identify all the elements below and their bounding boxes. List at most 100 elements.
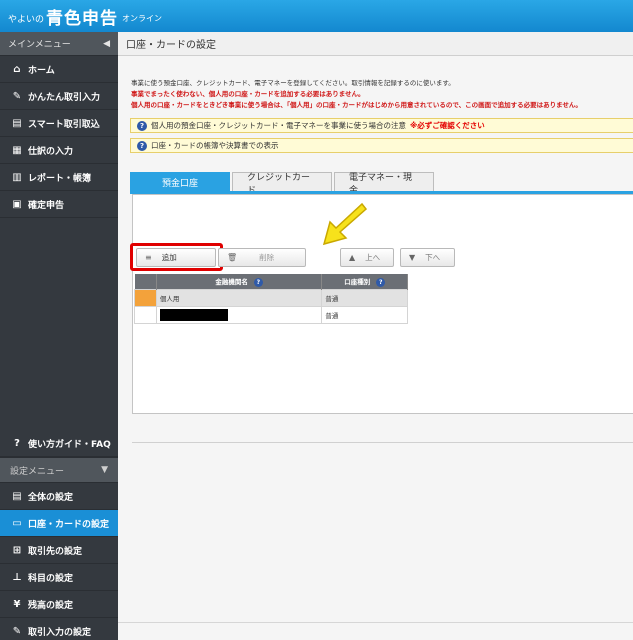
app-root: やよいの 青色申告 オンライン メインメニュー ◀ ⌂ ホーム ✎ かんたん取引… (0, 0, 633, 640)
sidebar-item-report[interactable]: ▥ レポート・帳簿 (0, 164, 118, 191)
sidebar-item-label: 使い方ガイド・FAQ (28, 439, 111, 450)
main-menu-label: メインメニュー (8, 40, 71, 50)
document-icon: ▣ (12, 198, 22, 210)
chevron-down-icon[interactable]: ▼ (101, 465, 108, 475)
notice-display[interactable]: ? 口座・カードの帳簿や決算書での表示 (130, 138, 633, 153)
sidebar-item-balance-settings[interactable]: ¥ 残高の設定 (0, 591, 118, 618)
collapse-left-icon[interactable]: ◀ (103, 39, 110, 49)
move-up-label: 上へ (365, 253, 381, 262)
description: 事業に使う預金口座、クレジットカード、電子マネーを登録してください。取引情報を記… (131, 78, 582, 111)
sidebar-item-smart-import[interactable]: ▤ スマート取引取込 (0, 110, 118, 137)
notice-personal-use[interactable]: ? 個人用の預金口座・クレジットカード・電子マネーを事業に使う場合の注意 ※必ず… (130, 118, 633, 133)
sidebar-item-general-settings[interactable]: ▤ 全体の設定 (0, 483, 118, 510)
pointer-arrow-icon (322, 202, 368, 246)
main-menu-header[interactable]: メインメニュー ◀ (0, 32, 118, 56)
add-button[interactable]: ≡ 追加 (136, 248, 216, 267)
report-icon: ▥ (12, 171, 22, 183)
cell-account-type[interactable]: 普通 (321, 305, 408, 324)
panel-bottom-border (132, 442, 633, 443)
question-icon[interactable]: ? (376, 277, 386, 287)
sidebar-item-label: 確定申告 (28, 200, 65, 211)
sidebar-item-easy-entry[interactable]: ✎ かんたん取引入力 (0, 83, 118, 110)
account-table: 金融機関名? 口座種別? 個人用 普通 普通 (134, 274, 408, 324)
settings-list-icon: ▤ (12, 490, 22, 502)
pencil-icon: ✎ (12, 90, 22, 102)
delete-button[interactable]: 🗑 削除 (218, 248, 306, 267)
cell-bank-name[interactable] (155, 305, 323, 324)
notice-text[interactable]: 口座・カードの帳簿や決算書での表示 (151, 140, 279, 151)
trash-icon: 🗑 (227, 253, 238, 262)
tab-bank-account[interactable]: 預金口座 (130, 172, 230, 192)
main-content: 口座・カードの設定 事業に使う預金口座、クレジットカード、電子マネーを登録してく… (118, 32, 633, 640)
sidebar-item-label: 科目の設定 (28, 573, 74, 584)
row-marker (134, 288, 157, 307)
sidebar-item-client-settings[interactable]: ⊞ 取引先の設定 (0, 537, 118, 564)
arrow-up-icon: ▲ (349, 253, 356, 262)
tab-emoney-cash[interactable]: 電子マネー・現金 (334, 172, 434, 196)
description-warning: 事業でまったく使わない、個人用の口座・カードを追加する必要はありません。 (131, 90, 365, 98)
sidebar-item-label: ホーム (28, 65, 55, 76)
question-icon: ? (137, 120, 147, 131)
sidebar-item-tax-return[interactable]: ▣ 確定申告 (0, 191, 118, 218)
yen-icon: ¥ (13, 598, 21, 610)
move-down-label: 下へ (425, 253, 441, 262)
sidebar-item-label: 仕訳の入力 (28, 146, 74, 157)
import-icon: ▤ (12, 117, 22, 129)
brand-suffix: オンライン (122, 13, 163, 23)
description-line: 事業に使う預金口座、クレジットカード、電子マネーを登録してください。取引情報を記… (131, 79, 455, 87)
table-row[interactable]: 普通 (134, 305, 408, 324)
home-icon: ⌂ (13, 63, 21, 75)
redacted-bank-name (159, 308, 228, 321)
sidebar-item-label: レポート・帳簿 (28, 173, 92, 184)
sidebar-item-label: 取引先の設定 (28, 546, 83, 557)
sidebar-item-label: 全体の設定 (28, 492, 74, 503)
brand-logo[interactable]: 青色申告 (46, 4, 118, 29)
cell-bank-name[interactable]: 個人用 (155, 288, 323, 307)
add-button-label: 追加 (161, 253, 177, 262)
sidebar-item-label: スマート取引取込 (28, 119, 100, 130)
sidebar: メインメニュー ◀ ⌂ ホーム ✎ かんたん取引入力 ▤ スマート取引取込 ▦ … (0, 32, 118, 640)
pencil-settings-icon: ✎ (12, 625, 22, 637)
sidebar-item-home[interactable]: ⌂ ホーム (0, 56, 118, 83)
settings-menu-label: 設定メニュー (10, 466, 65, 477)
brand-prefix: やよいの (8, 14, 45, 25)
row-marker (134, 305, 157, 324)
tab-credit-card[interactable]: クレジットカード (232, 172, 332, 196)
journal-icon: ▦ (12, 144, 22, 156)
table-header-marker (134, 274, 157, 289)
description-warning: 個人用の口座・カードをときどき事業に使う場合は、「個人用」の口座・カードがはじめ… (131, 101, 582, 109)
client-icon: ⊞ (12, 544, 22, 556)
sidebar-item-entry-settings[interactable]: ✎ 取引入力の設定 (0, 618, 118, 640)
account-tabs: 預金口座 クレジットカード 電子マネー・現金 (130, 172, 436, 196)
settings-menu-header[interactable]: 設定メニュー ▼ (0, 457, 118, 483)
page-title: 口座・カードの設定 (118, 32, 633, 56)
delete-button-label: 削除 (259, 253, 275, 262)
move-up-button[interactable]: ▲ 上へ (340, 248, 394, 267)
top-bar: やよいの 青色申告 オンライン (0, 0, 633, 32)
notice-text[interactable]: 個人用の預金口座・クレジットカード・電子マネーを事業に使う場合の注意 (151, 120, 406, 131)
sidebar-item-label: かんたん取引入力 (28, 92, 101, 103)
sidebar-item-account-settings[interactable]: ▭ 口座・カードの設定 (0, 510, 118, 537)
card-icon: ▭ (12, 517, 22, 529)
question-icon[interactable]: ? (253, 277, 263, 287)
column-header-type: 口座種別? (321, 274, 408, 289)
footer-divider (118, 622, 633, 623)
sidebar-item-subject-settings[interactable]: ⊥ 科目の設定 (0, 564, 118, 591)
sidebar-item-guide[interactable]: ? 使い方ガイド・FAQ (0, 430, 118, 457)
move-down-button[interactable]: ▼ 下へ (400, 248, 455, 267)
cell-account-type[interactable]: 普通 (321, 288, 408, 307)
table-row[interactable]: 個人用 普通 (134, 288, 408, 307)
sidebar-item-label: 取引入力の設定 (28, 627, 92, 638)
notice-warning: ※必ずご確認ください (410, 121, 485, 130)
help-icon: ? (14, 437, 20, 449)
column-header-bank: 金融機関名? (156, 274, 323, 289)
arrow-down-icon: ▼ (409, 253, 416, 262)
question-icon: ? (137, 140, 147, 151)
tree-icon: ⊥ (12, 571, 22, 583)
sidebar-item-journal[interactable]: ▦ 仕訳の入力 (0, 137, 118, 164)
table-header-row: 金融機関名? 口座種別? (134, 274, 408, 289)
add-list-icon: ≡ (145, 253, 152, 262)
sidebar-item-label: 口座・カードの設定 (28, 519, 110, 530)
sidebar-item-label: 残高の設定 (28, 600, 74, 611)
